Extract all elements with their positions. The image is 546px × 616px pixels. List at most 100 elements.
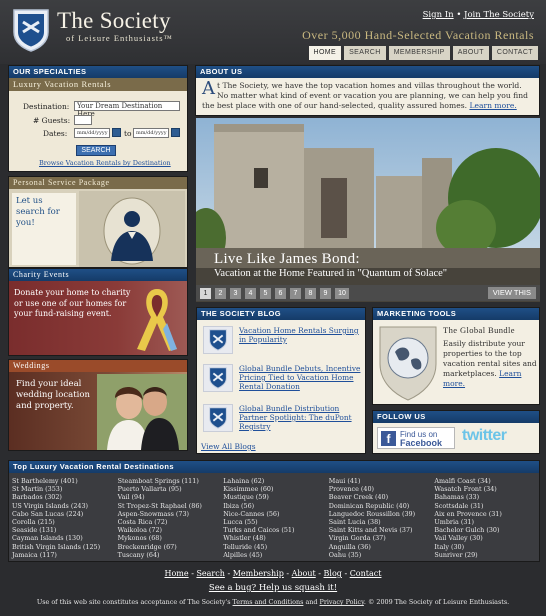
page-4-button[interactable]: 4 [245, 288, 256, 299]
destination-link[interactable]: Alpilles (45) [223, 551, 329, 559]
destination-link[interactable]: Steamboat Springs (111) [118, 477, 224, 485]
page-2-button[interactable]: 2 [215, 288, 226, 299]
destination-link[interactable]: British Virgin Islands (125) [12, 543, 118, 551]
destination-link[interactable]: Costa Rica (72) [118, 518, 224, 526]
destination-link[interactable]: St Barthelemy (401) [12, 477, 118, 485]
tab-about[interactable]: ABOUT [452, 46, 489, 60]
page-10-button[interactable]: 10 [335, 288, 349, 299]
blog-post-link[interactable]: Global Bundle Distribution Partner Spotl… [239, 404, 367, 431]
start-date-input[interactable]: mm/dd/yyyy [74, 128, 110, 138]
weddings-block[interactable]: Weddings Find your ideal wedding locatio… [8, 359, 188, 451]
destination-link[interactable]: St Tropez-St Raphael (86) [118, 502, 224, 510]
footer-blog-link[interactable]: Blog [324, 569, 342, 578]
destination-link[interactable]: Aix en Provence (31) [434, 510, 540, 518]
destination-link[interactable]: Lahaina (62) [223, 477, 329, 485]
destination-link[interactable]: Vail Valley (30) [434, 534, 540, 542]
destination-link[interactable]: Waikoloa (72) [118, 526, 224, 534]
destination-input[interactable]: Your Dream Destination Here [74, 101, 180, 118]
guests-input[interactable] [74, 115, 92, 125]
page-5-button[interactable]: 5 [260, 288, 271, 299]
destination-link[interactable]: Mustique (59) [223, 493, 329, 501]
facebook-button[interactable]: f Find us on Facebook [377, 427, 455, 449]
destination-link[interactable]: Languedoc Roussillon (39) [329, 510, 435, 518]
tab-search[interactable]: SEARCH [344, 46, 386, 60]
sign-in-link[interactable]: Sign In [423, 10, 454, 20]
charity-events-block[interactable]: Charity Events Donate your home to chari… [8, 268, 188, 356]
terms-link[interactable]: Terms and Conditions [233, 598, 304, 606]
footer-contact-link[interactable]: Contact [350, 569, 382, 578]
page-9-button[interactable]: 9 [320, 288, 331, 299]
calendar-icon[interactable] [112, 128, 121, 137]
page-6-button[interactable]: 6 [275, 288, 286, 299]
view-all-blogs-link[interactable]: View All Blogs [201, 442, 256, 451]
destination-link[interactable]: Ibiza (56) [223, 502, 329, 510]
footer-search-link[interactable]: Search [196, 569, 224, 578]
about-learn-more-link[interactable]: Learn more. [469, 101, 516, 110]
search-button[interactable]: Search [76, 145, 116, 156]
destination-label: Destination: [23, 102, 70, 111]
destination-link[interactable]: Kissimmee (60) [223, 485, 329, 493]
destination-link[interactable]: Puerto Vallarta (95) [118, 485, 224, 493]
destination-link[interactable]: Barbados (302) [12, 493, 118, 501]
destination-link[interactable]: Nice-Cannes (56) [223, 510, 329, 518]
site-title[interactable]: The Society [57, 8, 171, 34]
end-date-input[interactable]: mm/dd/yyyy [133, 128, 169, 138]
destination-link[interactable]: Breckenridge (67) [118, 543, 224, 551]
destination-link[interactable]: Provence (40) [329, 485, 435, 493]
blog-post-link[interactable]: Vacation Home Rentals Surging in Popular… [239, 326, 367, 344]
destination-link[interactable]: Virgin Gorda (37) [329, 534, 435, 542]
page-3-button[interactable]: 3 [230, 288, 241, 299]
calendar-icon[interactable] [171, 128, 180, 137]
join-link[interactable]: Join The Society [464, 10, 534, 20]
shield-logo-icon[interactable] [12, 8, 50, 52]
page-1-button[interactable]: 1 [200, 288, 211, 299]
destination-link[interactable]: US Virgin Islands (243) [12, 502, 118, 510]
destination-link[interactable]: Amalfi Coast (34) [434, 477, 540, 485]
destination-link[interactable]: Corolla (215) [12, 518, 118, 526]
tab-contact[interactable]: CONTACT [491, 46, 538, 60]
destination-link[interactable]: Seaside (131) [12, 526, 118, 534]
destination-link[interactable]: Telluride (45) [223, 543, 329, 551]
destination-link[interactable]: Cabo San Lucas (224) [12, 510, 118, 518]
footer-about-link[interactable]: About [292, 569, 316, 578]
view-this-button[interactable]: VIEW THIS [487, 287, 536, 299]
footer-membership-link[interactable]: Membership [233, 569, 284, 578]
destination-link[interactable]: Oahu (35) [329, 551, 435, 559]
privacy-link[interactable]: Privacy Policy [320, 598, 364, 606]
page-8-button[interactable]: 8 [305, 288, 316, 299]
destination-link[interactable]: Turks and Caicos (51) [223, 526, 329, 534]
tab-membership[interactable]: MEMBERSHIP [388, 46, 450, 60]
destination-link[interactable]: Bahamas (33) [434, 493, 540, 501]
destination-link[interactable]: Sunriver (29) [434, 551, 540, 559]
destination-link[interactable]: Beaver Creek (40) [329, 493, 435, 501]
destination-link[interactable]: Aspen-Snowmass (73) [118, 510, 224, 518]
blog-post-link[interactable]: Global Bundle Debuts, Incentive Pricing … [239, 364, 367, 391]
hero-slideshow[interactable]: Live Like James Bond: Vacation at the Ho… [196, 118, 540, 302]
destination-link[interactable]: Cayman Islands (130) [12, 534, 118, 542]
destination-link[interactable]: Saint Kitts and Nevis (37) [329, 526, 435, 534]
browse-destinations-link[interactable]: Browse Vacation Rentals by Destination [39, 159, 171, 167]
destination-link[interactable]: Dominican Republic (40) [329, 502, 435, 510]
destination-link[interactable]: Umbria (31) [434, 518, 540, 526]
destination-link[interactable]: Wasatch Front (34) [434, 485, 540, 493]
destination-link[interactable]: Saint Lucia (38) [329, 518, 435, 526]
destination-link[interactable]: Anguilla (36) [329, 543, 435, 551]
destination-link[interactable]: Whistler (48) [223, 534, 329, 542]
destination-link[interactable]: Mykonos (68) [118, 534, 224, 542]
destination-link[interactable]: St Martin (353) [12, 485, 118, 493]
page-7-button[interactable]: 7 [290, 288, 301, 299]
footer-home-link[interactable]: Home [165, 569, 189, 578]
destination-link[interactable]: Vail (94) [118, 493, 224, 501]
destination-link[interactable]: Jamaica (117) [12, 551, 118, 559]
destination-link[interactable]: Italy (30) [434, 543, 540, 551]
destination-link[interactable]: Scottsdale (31) [434, 502, 540, 510]
destination-link[interactable]: Bachelor Gulch (30) [434, 526, 540, 534]
report-bug-link[interactable]: See a bug? Help us squash it! [0, 583, 546, 593]
twitter-icon: twitter [462, 427, 507, 444]
destination-link[interactable]: Tuscany (64) [118, 551, 224, 559]
twitter-button[interactable]: twitter [459, 427, 537, 449]
personal-service-block[interactable]: Personal Service Package Let us search f… [8, 176, 188, 268]
destination-link[interactable]: Maui (41) [329, 477, 435, 485]
destination-link[interactable]: Lucca (55) [223, 518, 329, 526]
tab-home[interactable]: HOME [308, 46, 342, 60]
